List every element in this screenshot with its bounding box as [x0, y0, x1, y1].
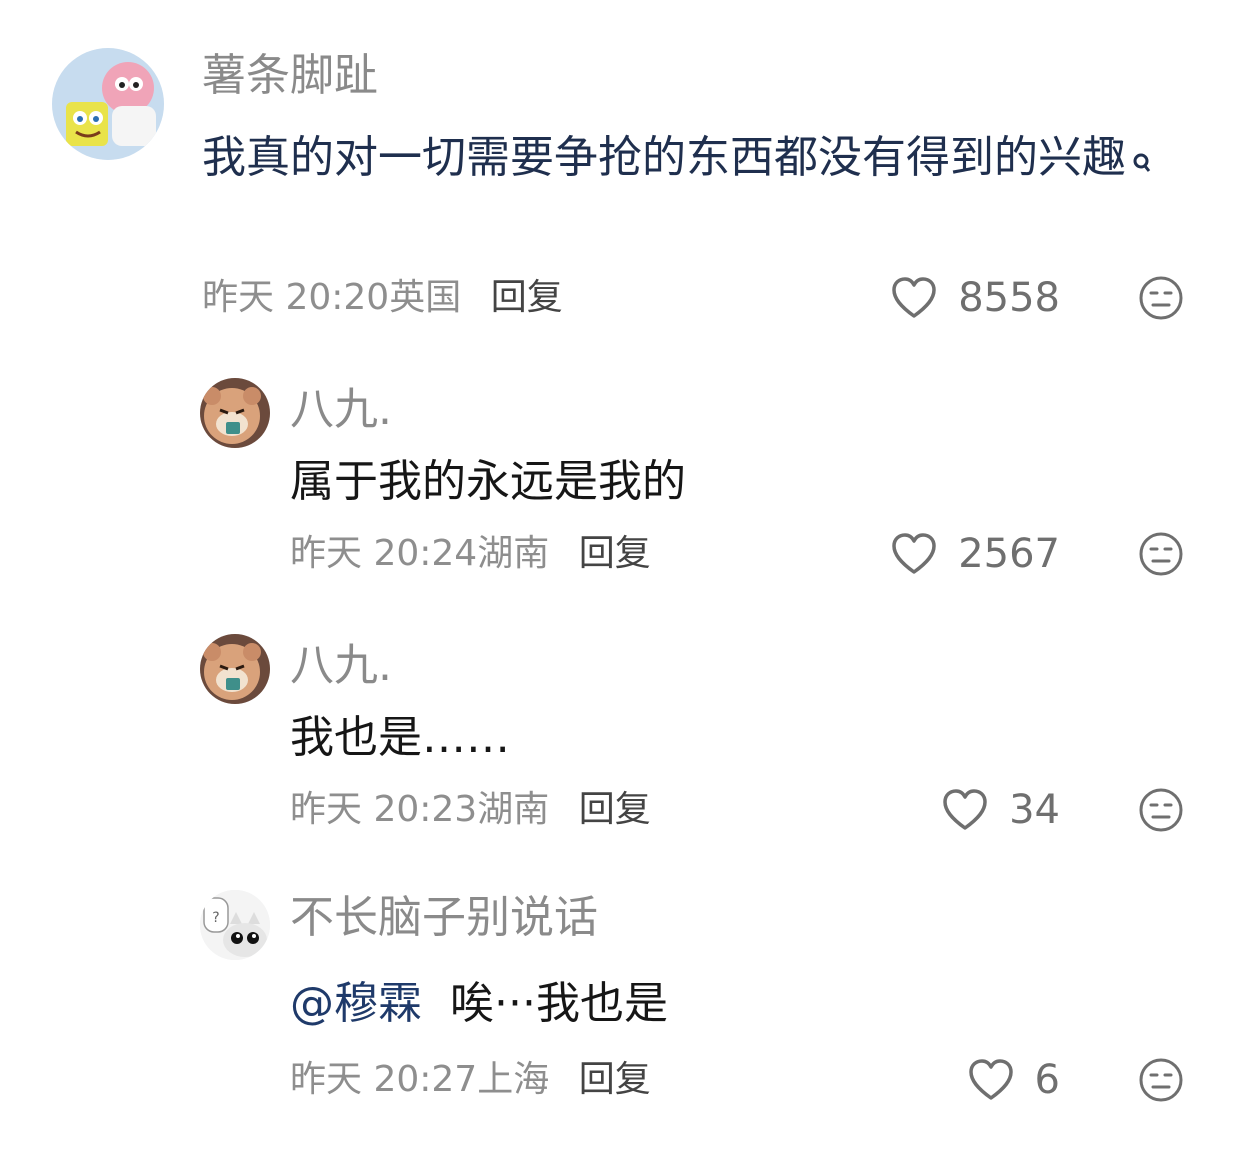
svg-text:?: ?: [212, 910, 219, 926]
comment-time: 20:27: [373, 1059, 478, 1100]
hamster-avatar-icon: [200, 634, 270, 704]
neutral-face-icon: [1139, 788, 1183, 832]
neutral-face-icon: [1139, 276, 1183, 320]
comment-location: 上海: [477, 1059, 550, 1100]
comment-text: @穆霖 唉···我也是: [290, 972, 1170, 1036]
heart-icon: [968, 1059, 1013, 1100]
like-count: 6: [1034, 1057, 1060, 1103]
neutral-face-icon: [1139, 1058, 1183, 1102]
like-button[interactable]: 2567: [890, 532, 1060, 576]
comment-text: 属于我的永远是我的: [290, 456, 686, 507]
comment-meta: 昨天 20:20英国 回复: [202, 276, 563, 320]
spongebob-patrick-avatar-icon: [52, 48, 164, 160]
comment-time: 20:24: [373, 533, 478, 574]
comment-text: 我真的对一切需要争抢的东西都没有得到的兴趣: [202, 126, 1192, 194]
reply-button[interactable]: 回复: [579, 533, 651, 574]
avatar[interactable]: ?: [200, 890, 270, 960]
search-icon[interactable]: [1132, 130, 1152, 194]
comment-time: 20:23: [373, 789, 478, 830]
reply-button[interactable]: 回复: [579, 789, 651, 830]
comment-date: 昨天: [290, 533, 363, 574]
like-button[interactable]: 6: [967, 1058, 1060, 1102]
reply-button[interactable]: 回复: [579, 1059, 651, 1100]
comment-username[interactable]: 薯条脚趾: [202, 48, 378, 104]
dislike-button[interactable]: [1138, 531, 1184, 577]
comment-body: 我真的对一切需要争抢的东西都没有得到的兴趣: [202, 132, 1126, 183]
avatar[interactable]: [52, 48, 164, 160]
comment-date: 昨天: [202, 277, 275, 318]
heart-icon: [892, 533, 936, 574]
avatar[interactable]: [200, 634, 270, 704]
like-count: 8558: [958, 275, 1060, 321]
comment-date: 昨天: [290, 1059, 363, 1100]
heart-icon: [943, 789, 987, 830]
comment-location: 湖南: [477, 789, 550, 830]
hamster-avatar-icon: [200, 378, 270, 448]
like-button[interactable]: 34: [941, 788, 1060, 832]
dislike-button[interactable]: [1138, 1057, 1184, 1103]
comment-meta: 昨天 20:23湖南 回复: [290, 788, 651, 832]
comment-username[interactable]: 八九.: [290, 382, 392, 438]
like-count: 2567: [958, 531, 1060, 577]
reply-button[interactable]: 回复: [491, 277, 563, 318]
comment-date: 昨天: [290, 789, 363, 830]
cartoon-cat-avatar-icon: ?: [200, 890, 270, 960]
avatar[interactable]: [200, 378, 270, 448]
heart-icon: [892, 277, 936, 318]
comment-meta: 昨天 20:27上海 回复: [290, 1058, 651, 1102]
comment-body: 唉···我也是: [449, 978, 668, 1029]
neutral-face-icon: [1139, 532, 1183, 576]
comment-username[interactable]: 八九.: [290, 638, 392, 694]
reply-item: ? 不长脑子别说话 @穆霖 唉···我也是 昨天 20:27上海 回复 6: [0, 872, 1260, 1142]
comment-item: 薯条脚趾 我真的对一切需要争抢的东西都没有得到的兴趣 昨天 20:20英国 回复…: [0, 0, 1260, 340]
comment-meta: 昨天 20:24湖南 回复: [290, 532, 651, 576]
comment-time: 20:20: [285, 277, 390, 318]
reply-item: 八九. 属于我的永远是我的 昨天 20:24湖南 回复 2567: [0, 360, 1260, 600]
dislike-button[interactable]: [1138, 787, 1184, 833]
reply-item: 八九. 我也是…… 昨天 20:23湖南 回复 34: [0, 616, 1260, 856]
comment-location: 湖南: [477, 533, 550, 574]
comment-text: 我也是……: [290, 712, 510, 763]
comment-username[interactable]: 不长脑子别说话: [290, 890, 598, 946]
dislike-button[interactable]: [1138, 275, 1184, 321]
comment-location: 英国: [389, 277, 462, 318]
mention-link[interactable]: @穆霖: [290, 978, 422, 1029]
like-button[interactable]: 8558: [890, 276, 1060, 320]
like-count: 34: [1009, 787, 1060, 833]
